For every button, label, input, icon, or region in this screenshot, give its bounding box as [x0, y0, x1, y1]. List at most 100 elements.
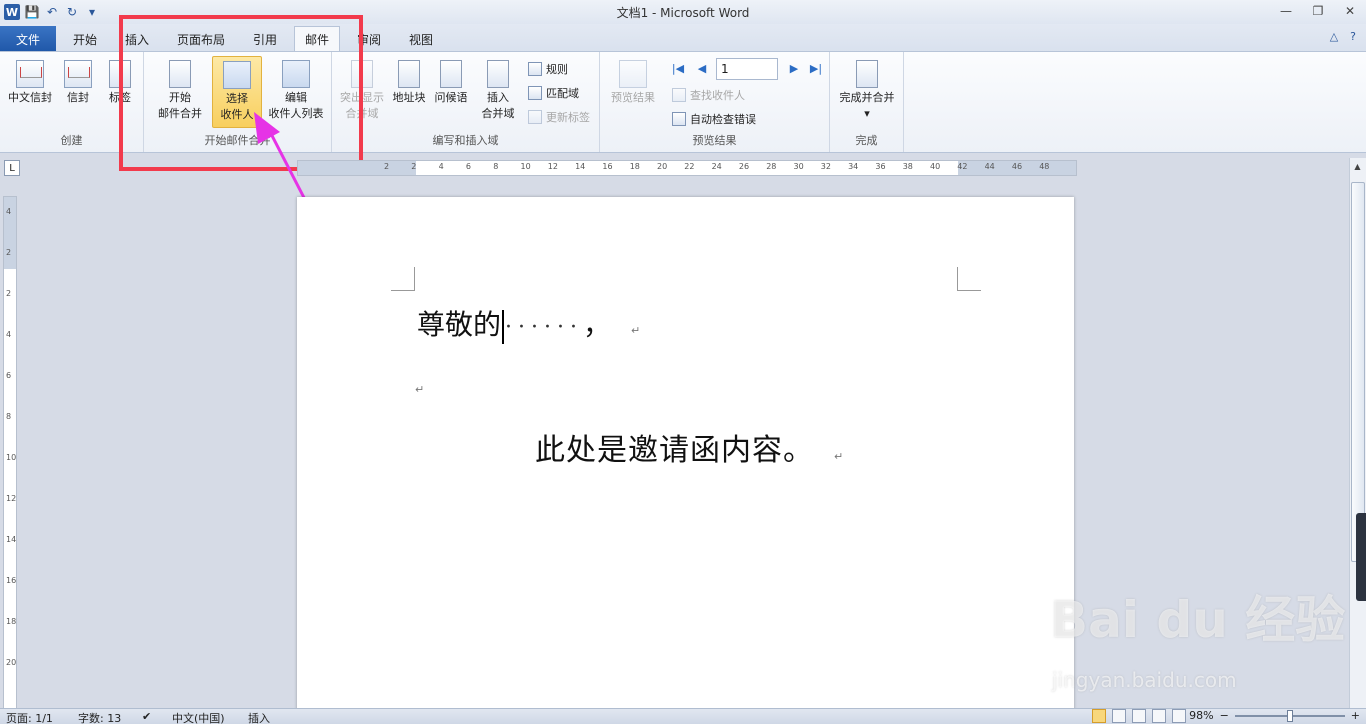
zoom-slider[interactable] — [1234, 709, 1345, 722]
ruler-tick-label: 2 — [6, 289, 12, 298]
word-app-icon[interactable]: W — [2, 2, 22, 22]
previous-record-icon[interactable]: ◀ — [694, 62, 710, 75]
document-page[interactable]: 尊敬的 ······， ↵ ↵ 此处是邀请函内容。 ↵ — [297, 197, 1074, 717]
web-layout-icon[interactable] — [1132, 709, 1146, 723]
ruler-tick-label: 2 — [384, 162, 390, 171]
preview-results-button[interactable]: 预览结果 — [604, 56, 662, 106]
group-preview-results: 预览结果 |◀ ◀ 1 ▶ ▶| 查找收件人 自动检查错误 预览结果 — [600, 52, 830, 152]
ruler-tick-label: 40 — [930, 162, 941, 171]
paragraph-mark: ↵ — [834, 450, 845, 463]
ruler-tick-label: 14 — [6, 535, 17, 544]
chinese-envelope-button[interactable]: 中文信封 — [4, 56, 56, 106]
ruler-tick-label: 44 — [984, 162, 995, 171]
ruler-tick-label: 34 — [848, 162, 859, 171]
ruler-left-margin — [298, 161, 416, 175]
ruler-tick-label: 4 — [6, 207, 12, 216]
paragraph-mark: ↵ — [415, 383, 425, 396]
tab-home[interactable]: 开始 — [62, 26, 108, 52]
ruler-tick-label: 46 — [1011, 162, 1023, 171]
full-screen-reading-icon[interactable] — [1112, 709, 1126, 723]
help-icon[interactable]: ? — [1350, 30, 1356, 43]
tab-view[interactable]: 视图 — [398, 26, 444, 52]
rules-button[interactable]: 规则 — [528, 60, 568, 78]
margin-corner-top-left — [391, 267, 415, 291]
address-block-icon — [398, 60, 420, 88]
group-label-write-insert: 编写和插入域 — [432, 134, 499, 147]
text-cursor — [502, 309, 505, 344]
preview-icon — [619, 60, 647, 88]
status-word-count[interactable]: 字数: 13 — [78, 710, 121, 724]
draft-icon[interactable] — [1172, 709, 1186, 723]
ruler-tick-label: 12 — [6, 494, 17, 503]
ruler-tick-label: 38 — [902, 162, 913, 171]
vertical-scrollbar[interactable]: ▲ — [1349, 158, 1366, 708]
ruler-tick-label: 30 — [793, 162, 804, 171]
group-label-preview: 预览结果 — [692, 134, 737, 147]
tab-file[interactable]: 文件 — [0, 26, 56, 52]
zoom-in-icon[interactable]: + — [1351, 709, 1360, 722]
find-recipient-button[interactable]: 查找收件人 — [672, 86, 745, 104]
ruler-tick-label: 10 — [6, 453, 17, 462]
next-record-icon[interactable]: ▶ — [786, 62, 802, 75]
quick-access-toolbar: W 💾 ↶ ↻ ▾ — [0, 2, 102, 22]
ruler-tick-label: 8 — [493, 162, 499, 171]
salutation-line[interactable]: 尊敬的 ······， ↵ — [417, 303, 640, 344]
zoom-control: 98% − + — [1189, 709, 1360, 722]
record-number-input[interactable]: 1 — [716, 58, 778, 80]
ruler-tick-label: 8 — [6, 412, 12, 421]
zoom-slider-knob[interactable] — [1286, 709, 1293, 722]
zoom-out-icon[interactable]: − — [1220, 709, 1229, 722]
print-layout-icon[interactable] — [1092, 709, 1106, 723]
match-fields-button[interactable]: 匹配域 — [528, 84, 579, 102]
body-line[interactable]: 此处是邀请函内容。 ↵ — [535, 425, 844, 469]
group-write-insert-fields: 突出显示 合并域 地址块 问候语 插入 合并域 规则 匹配域 更新标签 编写和插… — [332, 52, 600, 152]
find-recipient-icon — [672, 88, 686, 102]
ruler-tick-label: 36 — [875, 162, 886, 171]
ruler-tick-label: 20 — [657, 162, 668, 171]
tab-selector[interactable]: L — [4, 160, 20, 176]
close-button[interactable]: ✕ — [1334, 0, 1366, 22]
status-page[interactable]: 页面: 1/1 — [6, 710, 53, 724]
customize-qat-icon[interactable]: ▾ — [82, 2, 102, 22]
ruler-tick-label: 22 — [684, 162, 695, 171]
undo-icon[interactable]: ↶ — [42, 2, 62, 22]
ruler-tick-label: 2 — [411, 162, 417, 171]
zoom-level[interactable]: 98% — [1189, 709, 1213, 722]
status-language[interactable]: 中文(中国) — [172, 710, 225, 724]
first-record-icon[interactable]: |◀ — [670, 62, 686, 75]
minimize-button[interactable]: — — [1270, 0, 1302, 22]
auto-check-errors-button[interactable]: 自动检查错误 — [672, 110, 756, 128]
baidu-watermark-url: jingyan.baidu.com — [1052, 668, 1237, 692]
vertical-ruler[interactable]: 4 2 2 4 6 8 10 12 14 16 18 20 — [3, 196, 17, 724]
scroll-up-icon[interactable]: ▲ — [1350, 158, 1365, 174]
outline-icon[interactable] — [1152, 709, 1166, 723]
scroll-thumb[interactable] — [1351, 182, 1365, 562]
envelope-icon — [16, 60, 44, 88]
ruler-tick-label: 18 — [6, 617, 17, 626]
match-fields-icon — [528, 86, 542, 100]
group-label-finish: 完成 — [855, 134, 878, 147]
horizontal-ruler[interactable]: 2 2 4 6 8 10 12 14 16 18 20 22 24 26 28 30 32 34 36 38 40 42 4… — [297, 160, 1077, 176]
greeting-line-button[interactable]: 问候语 — [430, 56, 472, 106]
ruler-tick-label: 42 — [957, 162, 968, 171]
status-bar: 页面: 1/1 字数: 13 ✔ 中文(中国) 插入 98% − + — [0, 708, 1366, 724]
margin-corner-top-right — [957, 267, 981, 291]
insert-merge-field-button[interactable]: 插入 合并域 — [472, 56, 524, 122]
finish-merge-button[interactable]: 完成并合并 ▾ — [834, 56, 900, 122]
status-insert-mode[interactable]: 插入 — [248, 710, 270, 724]
last-record-icon[interactable]: ▶| — [808, 62, 824, 75]
redo-icon[interactable]: ↻ — [62, 2, 82, 22]
address-block-button[interactable]: 地址块 — [388, 56, 430, 106]
envelope-button[interactable]: 信封 — [58, 56, 98, 106]
collapse-ribbon-icon[interactable]: △ — [1330, 30, 1338, 43]
proofing-icon[interactable]: ✔ — [142, 710, 151, 723]
ruler-tick-label: 12 — [547, 162, 558, 171]
ruler-tick-label: 26 — [738, 162, 750, 171]
ruler-tick-label: 6 — [465, 162, 471, 171]
update-labels-button[interactable]: 更新标签 — [528, 108, 590, 126]
group-finish: 完成并合并 ▾ 完成 — [830, 52, 904, 152]
ruler-tick-label: 6 — [6, 371, 12, 380]
ruler-tick-label: 20 — [6, 658, 17, 667]
save-icon[interactable]: 💾 — [22, 2, 42, 22]
restore-button[interactable]: ❐ — [1302, 0, 1334, 22]
